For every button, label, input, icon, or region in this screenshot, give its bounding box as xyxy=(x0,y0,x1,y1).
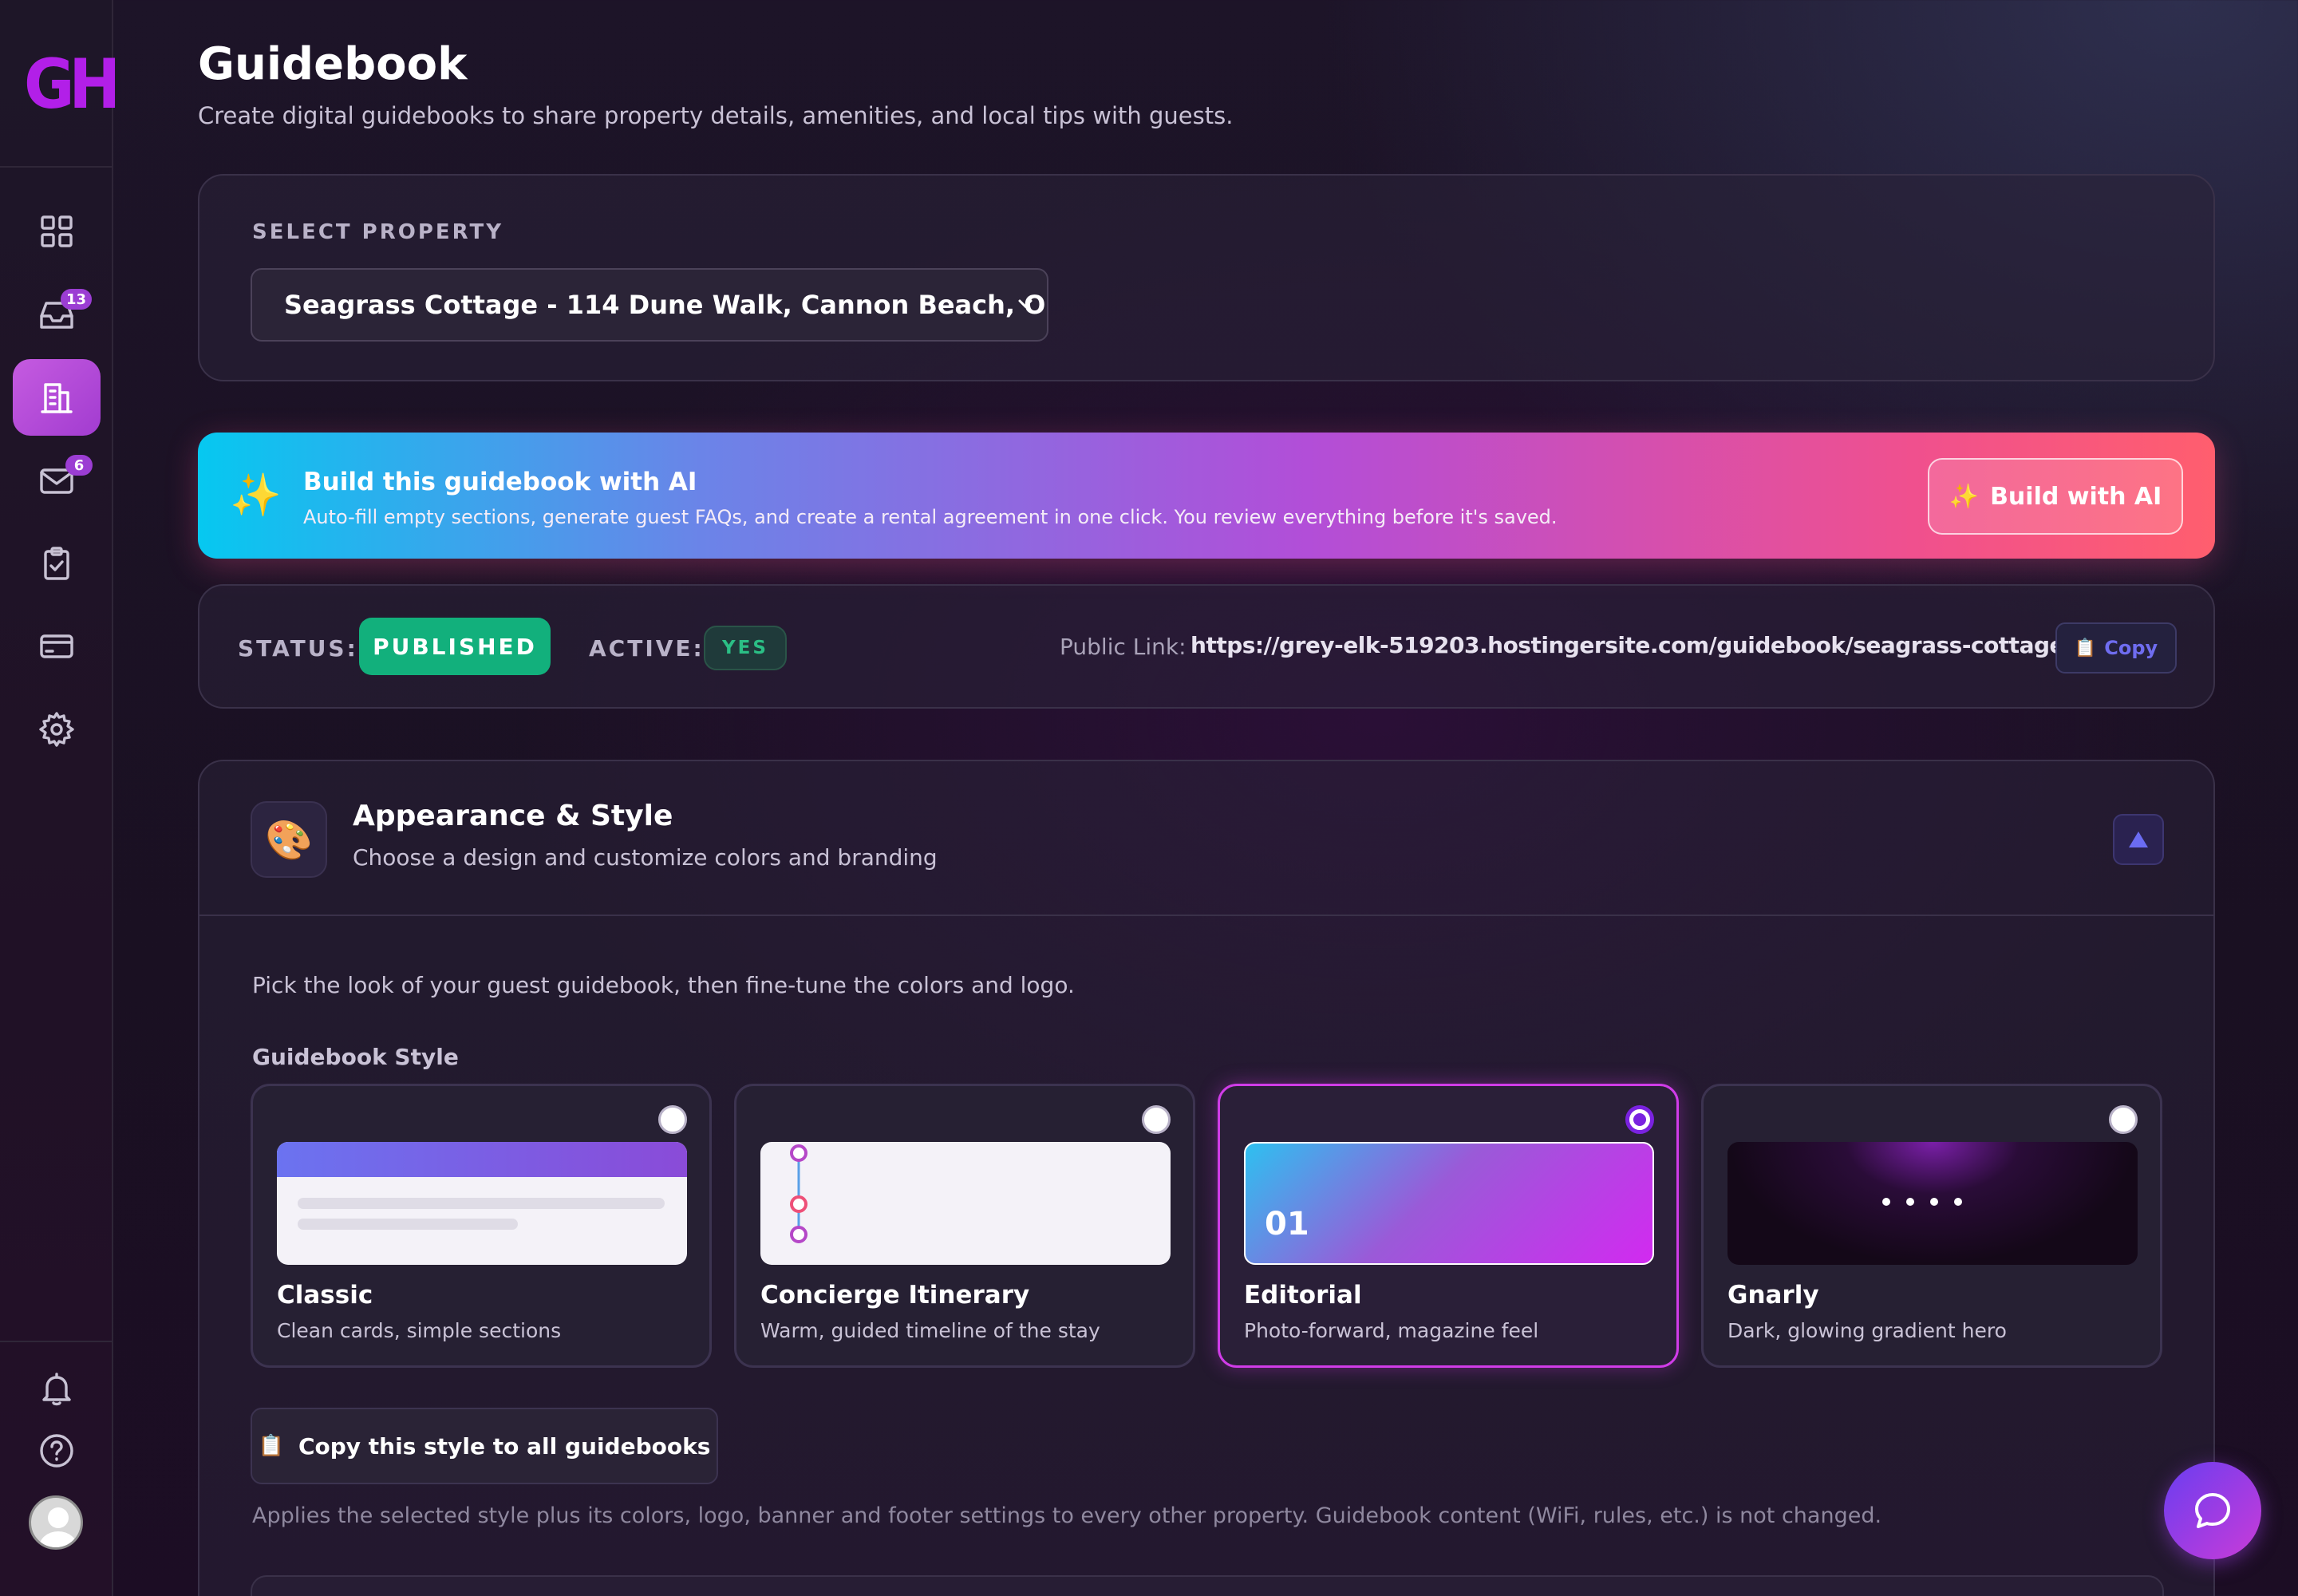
messages-badge: 6 xyxy=(65,455,93,476)
appearance-intro: Pick the look of your guest guidebook, t… xyxy=(252,972,1075,998)
style-description: Clean cards, simple sections xyxy=(277,1319,562,1342)
style-card-concierge-itinerary[interactable]: Concierge Itinerary Warm, guided timelin… xyxy=(734,1084,1195,1368)
sidebar-divider xyxy=(0,166,113,168)
style-card-editorial[interactable]: 01 Editorial Photo-forward, magazine fee… xyxy=(1218,1084,1679,1368)
sidebar-item-properties[interactable] xyxy=(13,359,101,436)
guidebook-style-label: Guidebook Style xyxy=(252,1044,459,1070)
next-section xyxy=(251,1575,2164,1596)
copy-link-button[interactable]: 📋 Copy xyxy=(2055,622,2177,674)
grid-icon xyxy=(41,215,73,247)
active-badge[interactable]: YES xyxy=(704,626,787,670)
style-description: Dark, glowing gradient hero xyxy=(1727,1319,2007,1342)
style-radio[interactable] xyxy=(658,1105,687,1134)
appearance-card: 🎨 Appearance & Style Choose a design and… xyxy=(198,760,2215,1596)
copy-style-label: Copy this style to all guidebooks xyxy=(298,1432,711,1460)
bell-icon xyxy=(42,1373,71,1406)
sidebar-item-settings[interactable] xyxy=(13,691,101,768)
style-name: Concierge Itinerary xyxy=(760,1281,1030,1310)
copy-style-button[interactable]: 📋 Copy this style to all guidebooks xyxy=(251,1408,718,1484)
style-name: Classic xyxy=(277,1281,373,1310)
style-name: Editorial xyxy=(1244,1281,1362,1310)
sparkles-icon: ✨ xyxy=(230,472,282,519)
status-label: STATUS: xyxy=(238,635,358,662)
status-card: STATUS: PUBLISHED ACTIVE: YES Public Lin… xyxy=(198,584,2215,709)
style-card-classic[interactable]: Classic Clean cards, simple sections xyxy=(251,1084,712,1368)
style-radio[interactable] xyxy=(2109,1105,2138,1134)
public-link[interactable]: https://grey-elk-519203.hostingersite.co… xyxy=(1190,632,2142,658)
credit-card-icon xyxy=(40,634,73,658)
palette-icon: 🎨 xyxy=(251,801,327,878)
gear-icon xyxy=(39,712,74,747)
property-select-value: Seagrass Cottage - 114 Dune Walk, Cannon… xyxy=(284,290,1047,320)
appearance-title: Appearance & Style xyxy=(353,800,673,832)
help-button[interactable] xyxy=(13,1412,101,1489)
style-name: Gnarly xyxy=(1727,1281,1819,1310)
sidebar-item-tasks[interactable] xyxy=(13,525,101,602)
chevron-down-icon xyxy=(1018,299,1033,309)
clipboard-check-icon xyxy=(44,547,69,580)
clipboard-icon: 📋 xyxy=(258,1434,284,1458)
triangle-up-icon xyxy=(2129,832,2148,847)
sidebar-item-billing[interactable] xyxy=(13,608,101,685)
sidebar: GH 13 6 xyxy=(0,0,120,1596)
style-description: Warm, guided timeline of the stay xyxy=(760,1319,1100,1342)
chat-icon xyxy=(2195,1493,2230,1528)
property-select[interactable]: Seagrass Cottage - 114 Dune Walk, Cannon… xyxy=(251,268,1048,342)
inbox-badge: 13 xyxy=(61,289,93,310)
build-with-ai-button[interactable]: ✨ Build with AI xyxy=(1928,458,2183,535)
select-property-label: SELECT PROPERTY xyxy=(252,220,504,244)
active-label: ACTIVE: xyxy=(589,635,705,662)
building-icon xyxy=(41,383,73,413)
ai-banner-description: Auto-fill empty sections, generate guest… xyxy=(303,506,1558,528)
page-title: Guidebook xyxy=(198,38,468,90)
sidebar-divider xyxy=(0,1341,113,1342)
ai-banner: ✨ Build this guidebook with AI Auto-fill… xyxy=(198,433,2215,559)
app-logo[interactable]: GH xyxy=(24,45,120,124)
ai-banner-title: Build this guidebook with AI xyxy=(303,468,697,496)
style-preview xyxy=(760,1142,1171,1265)
avatar[interactable] xyxy=(29,1495,83,1550)
style-card-gnarly[interactable]: Gnarly Dark, glowing gradient hero xyxy=(1701,1084,2162,1368)
page-subtitle: Create digital guidebooks to share prope… xyxy=(198,102,1234,129)
chat-button[interactable] xyxy=(2164,1462,2261,1559)
style-description: Photo-forward, magazine feel xyxy=(1244,1319,1539,1342)
collapse-button[interactable] xyxy=(2113,814,2164,865)
sidebar-item-dashboard[interactable] xyxy=(13,193,101,270)
sidebar-item-messages[interactable]: 6 xyxy=(13,442,101,519)
preview-number: 01 xyxy=(1265,1206,1309,1242)
public-link-label: Public Link: xyxy=(1060,634,1187,660)
clipboard-icon: 📋 xyxy=(2074,638,2097,658)
build-with-ai-label: Build with AI xyxy=(1990,482,2162,511)
style-preview xyxy=(277,1142,687,1265)
style-radio[interactable] xyxy=(1142,1105,1171,1134)
copy-style-note: Applies the selected style plus its colo… xyxy=(252,1503,1882,1528)
status-badge[interactable]: PUBLISHED xyxy=(359,618,551,675)
property-selector-card: SELECT PROPERTY Seagrass Cottage - 114 D… xyxy=(198,174,2215,381)
copy-link-label: Copy xyxy=(2104,637,2158,659)
sidebar-item-inbox[interactable]: 13 xyxy=(13,276,101,353)
appearance-subtitle: Choose a design and customize colors and… xyxy=(353,844,938,871)
style-preview: 01 xyxy=(1244,1142,1654,1265)
section-divider xyxy=(199,915,2213,916)
sparkles-icon: ✨ xyxy=(1949,482,1980,511)
help-icon xyxy=(40,1434,73,1468)
style-radio-selected[interactable] xyxy=(1625,1105,1654,1134)
style-preview xyxy=(1727,1142,2138,1265)
